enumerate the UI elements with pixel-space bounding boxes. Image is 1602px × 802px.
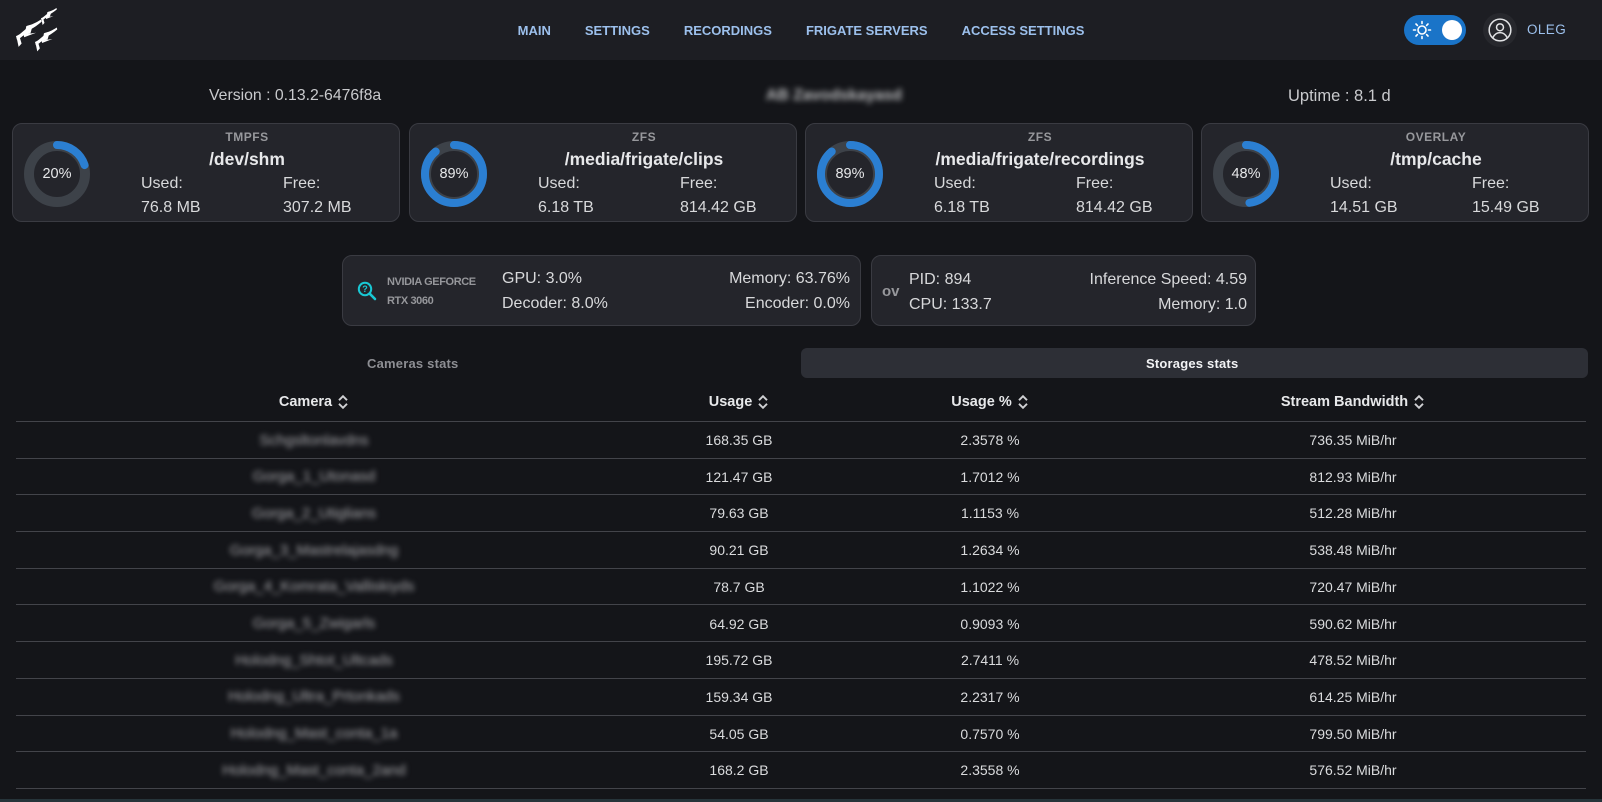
svg-text:?: ? [362,284,368,294]
